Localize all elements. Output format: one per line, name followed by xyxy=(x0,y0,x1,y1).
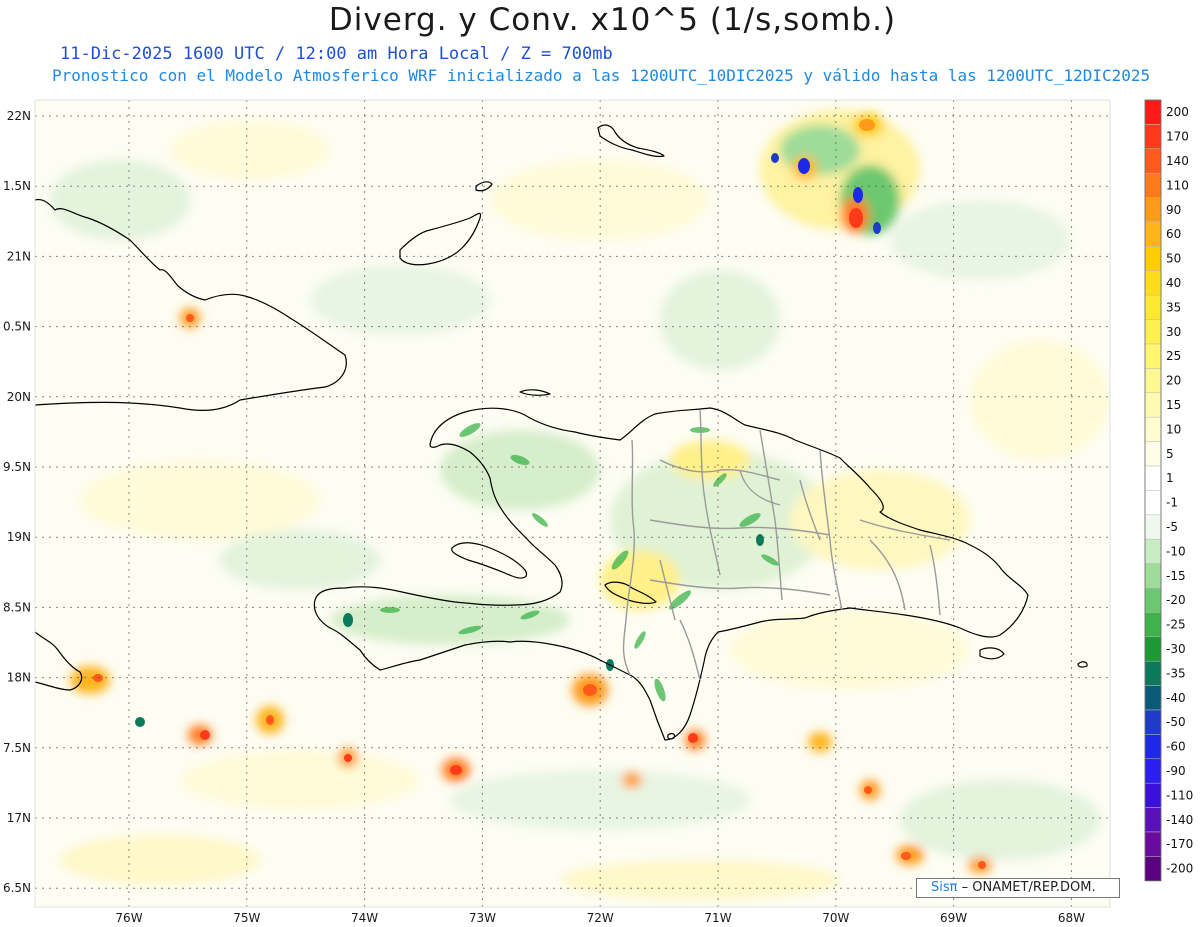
colorbar-label: 200 xyxy=(1166,105,1189,119)
colorbar-label: -25 xyxy=(1166,618,1186,632)
colorbar-swatch xyxy=(1144,709,1162,735)
lat-label: 21N xyxy=(7,249,31,263)
colorbar-swatch xyxy=(1144,563,1162,589)
colorbar-swatch xyxy=(1144,172,1162,198)
colorbar-label: 35 xyxy=(1166,300,1181,314)
colorbar: 200 170 140 110 90 60 50 40 35 30 25 20 15 10 5 1 -1 -5 -1… xyxy=(1144,99,1193,882)
colorbar-swatch xyxy=(1144,124,1162,150)
colorbar-label: 90 xyxy=(1166,203,1181,217)
credit-box: Sisπ – ONAMET/REP.DOM. xyxy=(916,878,1120,898)
colorbar-swatch xyxy=(1144,636,1162,662)
colorbar-label: 20 xyxy=(1166,374,1181,388)
colorbar-swatch xyxy=(1144,343,1162,369)
colorbar-label: -20 xyxy=(1166,593,1186,607)
colorbar-label: 140 xyxy=(1166,154,1189,168)
colorbar-label: -110 xyxy=(1166,788,1193,802)
lon-label: 76W xyxy=(115,911,142,925)
lat-label: 1.5N xyxy=(3,179,31,193)
colorbar-label: -50 xyxy=(1166,715,1186,729)
colorbar-swatch xyxy=(1144,392,1162,418)
colorbar-label: 1 xyxy=(1166,471,1174,485)
lon-label: 75W xyxy=(233,911,260,925)
colorbar-swatch xyxy=(1144,612,1162,638)
colorbar-swatch xyxy=(1144,99,1162,125)
colorbar-label: 25 xyxy=(1166,349,1181,363)
colorbar-label: 60 xyxy=(1166,227,1181,241)
lat-label: 19N xyxy=(7,530,31,544)
lat-label: 17N xyxy=(7,811,31,825)
colorbar-swatch xyxy=(1144,197,1162,223)
colorbar-label: 170 xyxy=(1166,130,1189,144)
colorbar-label: -1 xyxy=(1166,496,1178,510)
lat-label: 8.5N xyxy=(3,600,31,614)
lat-label: 7.5N xyxy=(3,741,31,755)
colorbar-swatch xyxy=(1144,685,1162,711)
colorbar-swatch xyxy=(1144,270,1162,296)
lat-label: 6.5N xyxy=(3,881,31,895)
colorbar-label: -15 xyxy=(1166,569,1186,583)
colorbar-swatch xyxy=(1144,514,1162,540)
colorbar-label: 40 xyxy=(1166,276,1181,290)
colorbar-label: -10 xyxy=(1166,544,1186,558)
lon-label: 70W xyxy=(822,911,849,925)
colorbar-swatch xyxy=(1144,587,1162,613)
colorbar-label: -200 xyxy=(1166,862,1193,876)
colorbar-swatch xyxy=(1144,660,1162,686)
colorbar-label: 5 xyxy=(1166,447,1174,461)
lon-label: 71W xyxy=(704,911,731,925)
lat-label: 18N xyxy=(7,671,31,685)
colorbar-swatch xyxy=(1144,416,1162,442)
latitude-labels: 22N 1.5N 21N 0.5N 20N 9.5N 19N 8.5N 18N 7.5N 17N 6.… xyxy=(3,109,31,895)
colorbar-swatch xyxy=(1144,782,1162,808)
colorbar-label: 110 xyxy=(1166,178,1189,192)
lon-label: 69W xyxy=(940,911,967,925)
colorbar-label: 10 xyxy=(1166,422,1181,436)
colorbar-label: -90 xyxy=(1166,764,1186,778)
colorbar-swatch xyxy=(1144,221,1162,247)
lon-label: 68W xyxy=(1058,911,1085,925)
colorbar-label: -5 xyxy=(1166,520,1178,534)
lon-label: 73W xyxy=(469,911,496,925)
lat-label: 20N xyxy=(7,390,31,404)
colorbar-swatch xyxy=(1144,441,1162,467)
colorbar-label: -140 xyxy=(1166,813,1193,827)
colorbar-swatch xyxy=(1144,831,1162,857)
credit-brand: Sisπ xyxy=(931,880,958,895)
lon-label: 74W xyxy=(351,911,378,925)
colorbar-swatch xyxy=(1144,246,1162,272)
colorbar-swatch xyxy=(1144,148,1162,174)
colorbar-label: 15 xyxy=(1166,398,1181,412)
colorbar-label: -170 xyxy=(1166,837,1193,851)
colorbar-swatch xyxy=(1144,490,1162,516)
credit-text: – ONAMET/REP.DOM. xyxy=(961,880,1096,895)
lat-label: 22N xyxy=(7,109,31,123)
colorbar-label: -30 xyxy=(1166,642,1186,656)
colorbar-swatch xyxy=(1144,465,1162,491)
colorbar-label: -40 xyxy=(1166,691,1186,705)
colorbar-swatch xyxy=(1144,368,1162,394)
colorbar-swatch xyxy=(1144,807,1162,833)
colorbar-label: 30 xyxy=(1166,325,1181,339)
colorbar-swatch xyxy=(1144,734,1162,760)
colorbar-swatch xyxy=(1144,319,1162,345)
colorbar-label: 50 xyxy=(1166,252,1181,266)
longitude-labels: 76W 75W 74W 73W 72W 71W 70W 69W 68W xyxy=(115,911,1085,925)
colorbar-swatch xyxy=(1144,758,1162,784)
colorbar-swatch xyxy=(1144,856,1162,882)
colorbar-swatch xyxy=(1144,538,1162,564)
lat-label: 9.5N xyxy=(3,460,31,474)
colorbar-label: -35 xyxy=(1166,666,1186,680)
colorbar-swatch xyxy=(1144,294,1162,320)
map-figure: 22N 1.5N 21N 0.5N 20N 9.5N 19N 8.5N 18N 7.5N 17N 6.… xyxy=(3,99,1193,925)
colorbar-label: -60 xyxy=(1166,740,1186,754)
lat-label: 0.5N xyxy=(3,320,31,334)
lon-label: 72W xyxy=(587,911,614,925)
